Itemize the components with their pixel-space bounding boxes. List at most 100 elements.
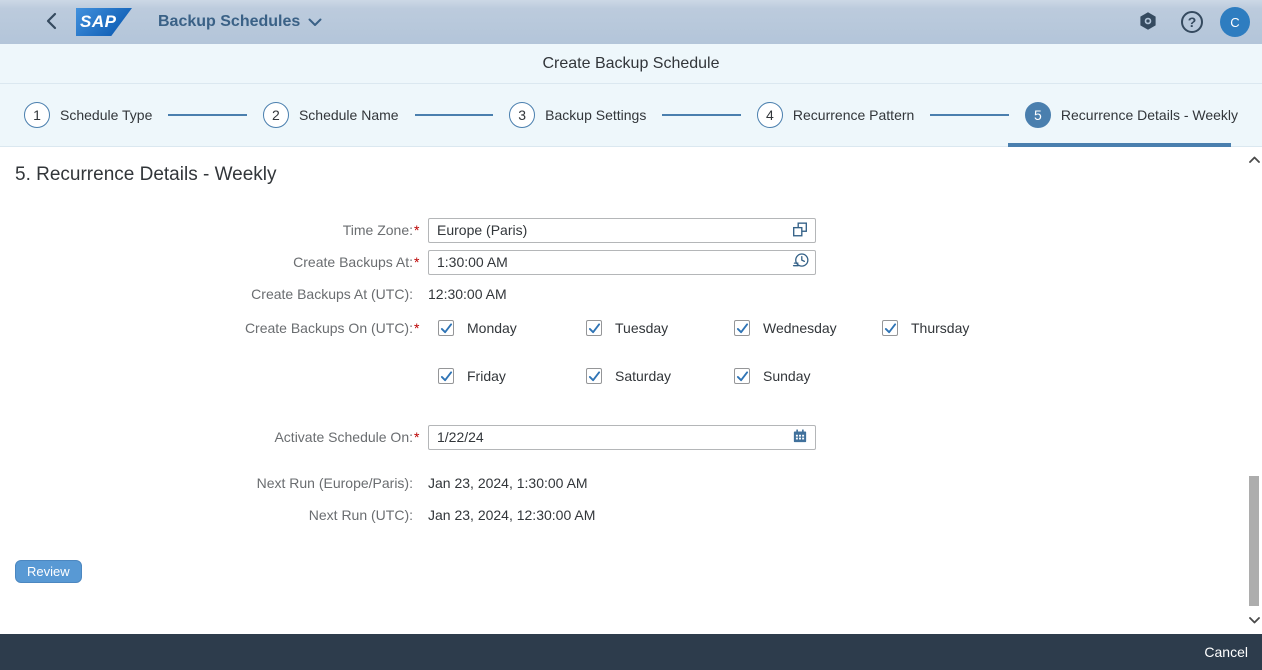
day-item-monday: Monday — [438, 320, 586, 336]
day-item-sunday: Sunday — [734, 368, 882, 384]
activate-schedule-on-row: Activate Schedule On: * — [0, 424, 1262, 450]
next-run-local-label-wrap: Next Run (Europe/Paris): — [0, 475, 421, 491]
required-marker: * — [413, 320, 421, 336]
footer-toolbar: Cancel — [0, 634, 1262, 670]
day-item-tuesday: Tuesday — [586, 320, 734, 336]
checkmark-icon — [588, 370, 601, 383]
scroll-up-button[interactable] — [1246, 151, 1262, 167]
cube-icon — [1137, 10, 1159, 35]
create-backups-at-utc-label-wrap: Create Backups At (UTC): — [0, 286, 421, 302]
step-connector — [930, 114, 1009, 116]
required-marker: * — [413, 254, 421, 270]
tuesday-checkbox[interactable] — [586, 320, 602, 336]
create-backups-on-row-1: Create Backups On (UTC): * Monday — [0, 318, 1262, 338]
step-1-label: Schedule Type — [60, 107, 152, 123]
next-run-utc-label-wrap: Next Run (UTC): — [0, 507, 421, 523]
step-1-circle: 1 — [24, 102, 50, 128]
time-picker-button[interactable] — [787, 252, 813, 273]
wizard-progress-bar: 1 Schedule Type 2 Schedule Name 3 Backup… — [0, 84, 1262, 147]
required-marker: * — [413, 222, 421, 238]
vertical-scrollbar[interactable] — [1246, 147, 1262, 634]
time-zone-control — [428, 218, 816, 243]
days-row-1: Monday Tuesday Wednesday — [428, 320, 1030, 336]
step-4-label: Recurrence Pattern — [793, 107, 914, 123]
create-backups-on-row-2: Friday Saturday Sunday — [0, 366, 1262, 386]
create-backups-at-utc-value: 12:30:00 AM — [428, 286, 507, 302]
section-heading: 5. Recurrence Details - Weekly — [15, 164, 1262, 186]
thursday-label: Thursday — [911, 320, 969, 336]
back-button[interactable] — [40, 11, 62, 33]
next-run-local-value: Jan 23, 2024, 1:30:00 AM — [428, 475, 588, 491]
help-button[interactable]: ? — [1174, 4, 1210, 40]
step-3-circle: 3 — [509, 102, 535, 128]
wednesday-checkbox[interactable] — [734, 320, 750, 336]
step-connector — [168, 114, 247, 116]
recurrence-form: Time Zone: * — [0, 217, 1262, 524]
time-zone-value-help-button[interactable] — [787, 220, 813, 241]
page-title: Create Backup Schedule — [543, 55, 720, 73]
wizard-content: 5. Recurrence Details - Weekly Time Zone… — [0, 147, 1262, 634]
shell-header: SAP Backup Schedules ? C — [0, 0, 1262, 44]
monday-checkbox[interactable] — [438, 320, 454, 336]
step-connector — [415, 114, 494, 116]
chevron-down-icon — [308, 15, 322, 30]
saturday-label: Saturday — [615, 368, 671, 384]
time-zone-label: Time Zone: — [343, 222, 413, 238]
help-glyph: ? — [1188, 14, 1197, 30]
sunday-label: Sunday — [763, 368, 810, 384]
user-avatar[interactable]: C — [1220, 7, 1250, 37]
saturday-checkbox[interactable] — [586, 368, 602, 384]
step-5-label: Recurrence Details - Weekly — [1061, 107, 1238, 123]
chevron-up-icon — [1249, 156, 1260, 163]
product-switcher-button[interactable] — [1130, 4, 1166, 40]
create-backups-at-label-wrap: Create Backups At: * — [0, 254, 421, 270]
clock-icon — [791, 251, 810, 273]
checkmark-icon — [736, 370, 749, 383]
step-connector — [662, 114, 741, 116]
required-marker: * — [413, 429, 421, 445]
create-backups-at-utc-row: Create Backups At (UTC): 12:30:00 AM — [0, 285, 1262, 303]
day-item-wednesday: Wednesday — [734, 320, 882, 336]
sunday-checkbox[interactable] — [734, 368, 750, 384]
review-button[interactable]: Review — [15, 560, 82, 583]
checkmark-icon — [440, 370, 453, 383]
day-item-saturday: Saturday — [586, 368, 734, 384]
chevron-left-icon — [45, 12, 58, 33]
activate-schedule-on-input[interactable] — [428, 425, 816, 450]
scroll-down-button[interactable] — [1246, 612, 1262, 628]
wizard-step-5[interactable]: 5 Recurrence Details - Weekly — [1025, 102, 1238, 128]
scrollbar-thumb[interactable] — [1249, 476, 1259, 606]
page-title-bar: Create Backup Schedule — [0, 44, 1262, 84]
time-zone-input[interactable] — [428, 218, 816, 243]
friday-label: Friday — [467, 368, 506, 384]
next-run-utc-label: Next Run (UTC): — [309, 507, 413, 523]
app-title-menu[interactable]: Backup Schedules — [158, 13, 322, 31]
create-backups-at-control — [428, 250, 816, 275]
create-backups-at-row: Create Backups At: * — [0, 249, 1262, 275]
next-run-utc-row: Next Run (UTC): Jan 23, 2024, 12:30:00 A… — [0, 506, 1262, 524]
app-screen: SAP Backup Schedules ? C — [0, 0, 1262, 670]
wizard-step-4[interactable]: 4 Recurrence Pattern — [757, 102, 914, 128]
chevron-down-icon — [1249, 617, 1260, 624]
friday-checkbox[interactable] — [438, 368, 454, 384]
wizard-step-3[interactable]: 3 Backup Settings — [509, 102, 646, 128]
date-picker-button[interactable] — [787, 427, 813, 448]
create-backups-at-utc-label: Create Backups At (UTC): — [251, 286, 413, 302]
time-zone-label-wrap: Time Zone: * — [0, 222, 421, 238]
step-2-circle: 2 — [263, 102, 289, 128]
cancel-button[interactable]: Cancel — [1204, 644, 1248, 660]
calendar-icon — [791, 427, 809, 448]
checkmark-icon — [736, 322, 749, 335]
app-title-label: Backup Schedules — [158, 13, 300, 31]
next-run-utc-value: Jan 23, 2024, 12:30:00 AM — [428, 507, 595, 523]
step-4-circle: 4 — [757, 102, 783, 128]
thursday-checkbox[interactable] — [882, 320, 898, 336]
monday-label: Monday — [467, 320, 517, 336]
wizard-step-2[interactable]: 2 Schedule Name — [263, 102, 399, 128]
question-mark-icon: ? — [1181, 11, 1203, 33]
sap-logo: SAP — [76, 8, 132, 36]
checkmark-icon — [588, 322, 601, 335]
create-backups-at-input[interactable] — [428, 250, 816, 275]
activate-schedule-on-label-wrap: Activate Schedule On: * — [0, 429, 421, 445]
wizard-step-1[interactable]: 1 Schedule Type — [24, 102, 152, 128]
